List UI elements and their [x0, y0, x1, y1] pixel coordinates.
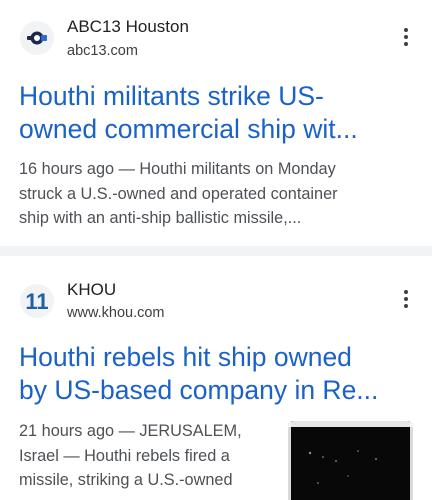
source-name: ABC13 Houston [67, 17, 189, 36]
headline-line: by US-based company in Re... [19, 375, 379, 405]
snippet-line: ship with an anti-ship ballistic missile… [19, 209, 302, 227]
card-divider [0, 246, 432, 256]
source-url: abc13.com [67, 43, 138, 59]
news-card[interactable]: 11 KHOU www.khou.com Houthi rebels hit s… [0, 256, 432, 500]
snippet-line: 21 hours ago — JERUSALEM, [19, 422, 242, 440]
more-options-icon[interactable] [394, 287, 418, 311]
source-url: www.khou.com [67, 305, 165, 321]
news-results-page: ABC13 Houston abc13.com Houthi militants… [0, 0, 432, 500]
khou-11-logo-icon: 11 [20, 284, 54, 318]
abc13-logo-icon [20, 21, 54, 55]
source-row: 11 KHOU www.khou.com [0, 256, 432, 326]
source-row: ABC13 Houston abc13.com [0, 0, 432, 70]
news-card[interactable]: ABC13 Houston abc13.com Houthi militants… [0, 0, 432, 246]
snippet-line: struck a U.S.-owned and operated contain… [19, 184, 338, 203]
headline-link[interactable]: Houthi militants strike US- owned commer… [19, 80, 414, 146]
khou-logo-text: 11 [25, 289, 48, 314]
source-name: KHOU [67, 280, 117, 299]
article-thumbnail[interactable] [288, 421, 413, 500]
snippet-line: missile, striking a U.S.-owned [19, 471, 233, 489]
snippet-line: 16 hours ago — Houthi militants on Monda… [19, 160, 336, 178]
more-options-icon[interactable] [394, 25, 418, 49]
headline-link[interactable]: Houthi rebels hit ship owned by US-based… [19, 341, 414, 407]
article-snippet: 21 hours ago — JERUSALEM, Israel — Houth… [19, 419, 269, 493]
article-snippet: 16 hours ago — Houthi militants on Monda… [19, 157, 414, 231]
headline-line: owned commercial ship wit... [19, 114, 358, 144]
headline-line: Houthi militants strike US- [19, 81, 324, 111]
snippet-line: Israel — Houthi rebels fired a [19, 446, 230, 465]
headline-line: Houthi rebels hit ship owned [19, 342, 352, 372]
